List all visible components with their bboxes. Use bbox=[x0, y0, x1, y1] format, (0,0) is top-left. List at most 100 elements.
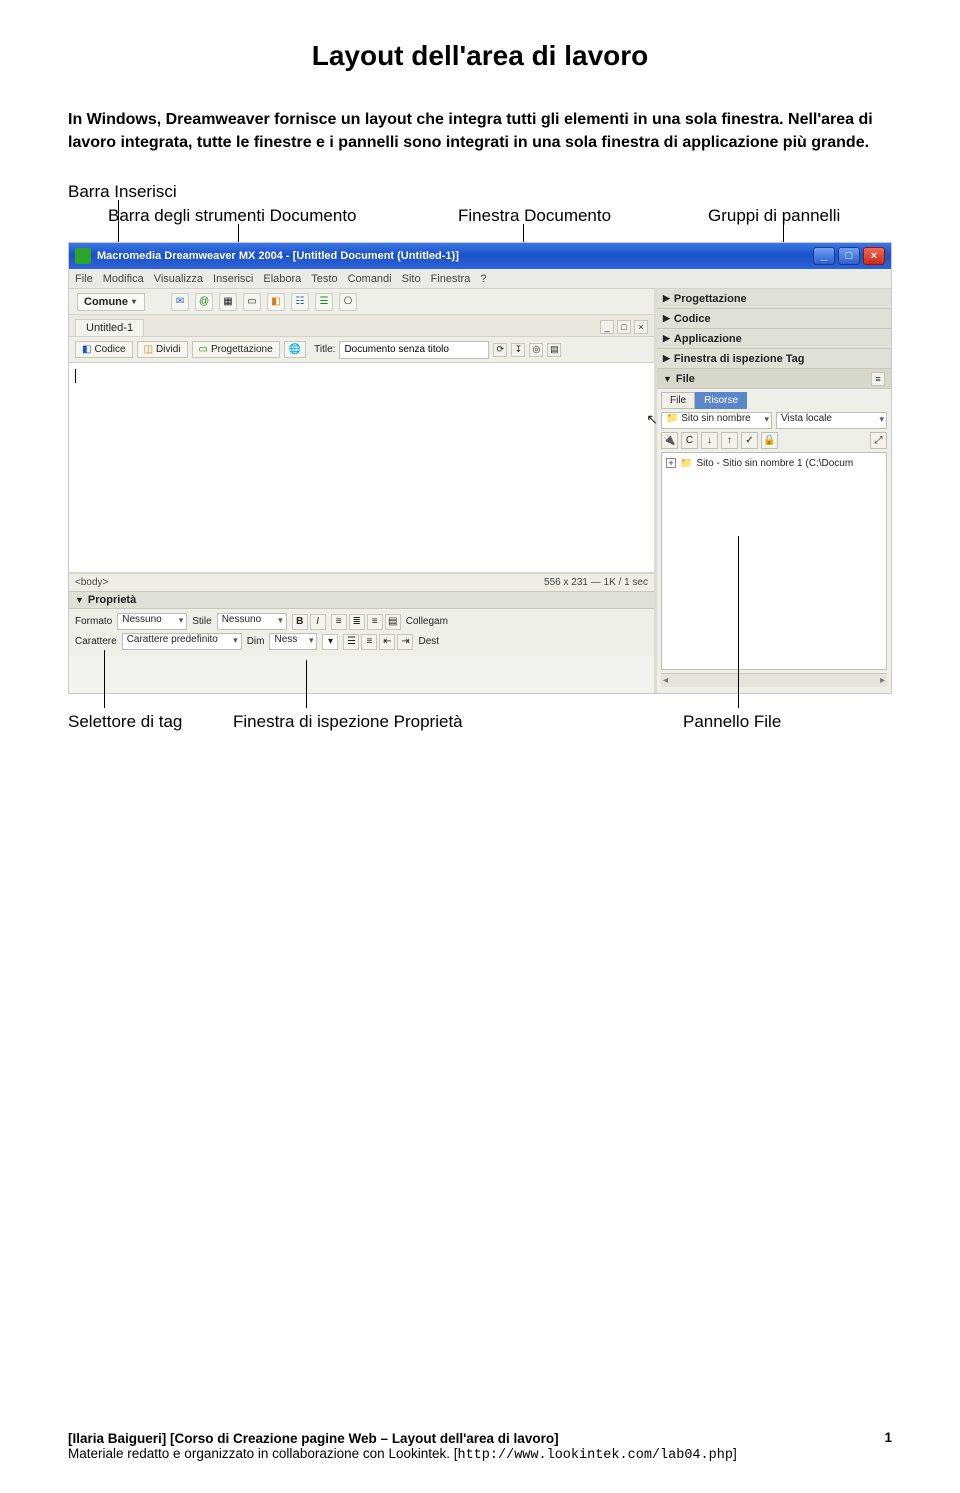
checkin-icon[interactable]: 🔒 bbox=[761, 432, 778, 449]
menu-item[interactable]: Elabora bbox=[263, 273, 301, 285]
doc-restore-icon[interactable]: _ bbox=[600, 320, 614, 334]
browser-preview-icon[interactable]: 🌐 bbox=[284, 341, 306, 358]
file-mgmt-icon[interactable]: ↧ bbox=[511, 343, 525, 357]
tag-selector[interactable]: <body> bbox=[75, 577, 108, 588]
align-justify-icon[interactable]: ▤ bbox=[385, 614, 401, 630]
page-title: Layout dell'area di lavoro bbox=[68, 40, 892, 72]
expand-toggle[interactable]: + bbox=[666, 458, 676, 468]
align-center-icon[interactable]: ≣ bbox=[349, 614, 365, 630]
window-title: Macromedia Dreamweaver MX 2004 - [Untitl… bbox=[97, 250, 459, 262]
tree-root-row[interactable]: + 📁 Sito - Sitio sin nombre 1 (C:\Docum bbox=[666, 455, 882, 471]
refresh-icon[interactable]: ⟳ bbox=[493, 343, 507, 357]
panel-file[interactable]: ▼File≡ bbox=[657, 369, 891, 389]
file-tree[interactable]: + 📁 Sito - Sitio sin nombre 1 (C:\Docum bbox=[661, 452, 887, 670]
italic-icon[interactable]: I bbox=[310, 614, 326, 630]
bold-icon[interactable]: B bbox=[292, 614, 308, 630]
size-label: Dim bbox=[247, 636, 265, 647]
menu-item[interactable]: Finestra bbox=[431, 273, 471, 285]
list-ul-icon[interactable]: ☰ bbox=[343, 634, 359, 650]
menu-item[interactable]: Testo bbox=[311, 273, 337, 285]
checkout-icon[interactable]: ✓ bbox=[741, 432, 758, 449]
refresh-icon[interactable]: C bbox=[681, 432, 698, 449]
status-bar: <body> 556 x 231 — 1K / 1 sec bbox=[69, 573, 654, 591]
panel-progettazione[interactable]: ▶Progettazione bbox=[657, 289, 891, 309]
menu-item[interactable]: Inserisci bbox=[213, 273, 253, 285]
callout-line bbox=[104, 650, 105, 708]
get-icon[interactable]: ↓ bbox=[701, 432, 718, 449]
close-button[interactable]: × bbox=[863, 247, 885, 265]
connect-icon[interactable]: 🔌 bbox=[661, 432, 678, 449]
maximize-button[interactable]: □ bbox=[838, 247, 860, 265]
menu-item[interactable]: Modifica bbox=[103, 273, 144, 285]
style-label: Stile bbox=[192, 616, 211, 627]
doc-max-icon[interactable]: □ bbox=[617, 320, 631, 334]
left-column: Comune▾ ✉ @ ▦ ▭ ◧ ☷ ☰ ⎔ Untitled-1 _ □ × bbox=[69, 289, 657, 693]
panel-codice[interactable]: ▶Codice bbox=[657, 309, 891, 329]
callout-line bbox=[738, 536, 739, 708]
properties-header[interactable]: ▼Proprietà bbox=[69, 591, 654, 609]
doc-close-icon[interactable]: × bbox=[634, 320, 648, 334]
design-canvas[interactable]: ↖ bbox=[69, 363, 654, 573]
options-icon[interactable]: ▤ bbox=[547, 343, 561, 357]
font-combo[interactable]: Carattere predefinito bbox=[122, 633, 242, 650]
indent-icon[interactable]: ⇥ bbox=[397, 634, 413, 650]
footer-url: http://www.lookintek.com/lab04.php bbox=[457, 1448, 732, 1463]
document-tab-row: Untitled-1 _ □ × bbox=[69, 315, 654, 337]
menu-item[interactable]: File bbox=[75, 273, 93, 285]
tag-icon[interactable]: ⎔ bbox=[339, 293, 357, 311]
panel-menu-icon[interactable]: ≡ bbox=[871, 372, 885, 386]
table-icon[interactable]: ▦ bbox=[219, 293, 237, 311]
page-footer: [Ilaria Baigueri] [Corso di Creazione pa… bbox=[68, 1431, 892, 1463]
footer-line-1: [Ilaria Baigueri] [Corso di Creazione pa… bbox=[68, 1431, 892, 1446]
color-swatch[interactable]: ▾ bbox=[322, 634, 338, 650]
file-scrollbar[interactable]: ◂▸ bbox=[661, 673, 887, 687]
panel-group-column: ▶Progettazione ▶Codice ▶Applicazione ▶Fi… bbox=[657, 289, 891, 693]
insert-category-tab[interactable]: Comune▾ bbox=[77, 293, 145, 311]
code-view-button[interactable]: ◧Codice bbox=[75, 341, 133, 358]
text-caret bbox=[75, 369, 76, 383]
list-ol-icon[interactable]: ≡ bbox=[361, 634, 377, 650]
split-view-button[interactable]: ◫Dividi bbox=[137, 341, 188, 358]
style-combo[interactable]: Nessuno bbox=[217, 613, 287, 630]
callout-barra-inserisci: Barra Inserisci bbox=[68, 182, 177, 202]
file-panel-body: File Risorse 📁 Sito sin nombre Vista loc… bbox=[657, 389, 891, 693]
menu-item[interactable]: Comandi bbox=[348, 273, 392, 285]
site-combo[interactable]: 📁 Sito sin nombre bbox=[661, 412, 772, 429]
hyperlink-icon[interactable]: ✉ bbox=[171, 293, 189, 311]
align-left-icon[interactable]: ≡ bbox=[331, 614, 347, 630]
callout-selettore-tag: Selettore di tag bbox=[68, 712, 182, 732]
size-combo[interactable]: Ness bbox=[269, 633, 317, 650]
expand-icon[interactable]: ⤢ bbox=[870, 432, 887, 449]
align-right-icon[interactable]: ≡ bbox=[367, 614, 383, 630]
email-icon[interactable]: @ bbox=[195, 293, 213, 311]
menu-item[interactable]: Visualizza bbox=[154, 273, 203, 285]
panel-ispezione-tag[interactable]: ▶Finestra di ispezione Tag bbox=[657, 349, 891, 369]
callout-line bbox=[306, 660, 307, 708]
date-icon[interactable]: ☷ bbox=[291, 293, 309, 311]
callout-finestra-doc: Finestra Documento bbox=[458, 206, 611, 226]
minimize-button[interactable]: _ bbox=[813, 247, 835, 265]
menu-item[interactable]: Sito bbox=[402, 273, 421, 285]
footer-text: ] bbox=[733, 1446, 737, 1461]
view-combo[interactable]: Vista locale bbox=[776, 412, 887, 429]
outdent-icon[interactable]: ⇤ bbox=[379, 634, 395, 650]
image-icon[interactable]: ▭ bbox=[243, 293, 261, 311]
panel-applicazione[interactable]: ▶Applicazione bbox=[657, 329, 891, 349]
menu-item[interactable]: ? bbox=[480, 273, 486, 285]
insert-bar: Comune▾ ✉ @ ▦ ▭ ◧ ☷ ☰ ⎔ bbox=[69, 289, 654, 315]
footer-text: Materiale redatto e organizzato in colla… bbox=[68, 1446, 457, 1461]
file-toolbar: 🔌 C ↓ ↑ ✓ 🔒 ⤢ bbox=[661, 432, 887, 449]
document-tab[interactable]: Untitled-1 bbox=[75, 319, 144, 336]
insert-category-label: Comune bbox=[84, 296, 128, 308]
media-icon[interactable]: ◧ bbox=[267, 293, 285, 311]
format-combo[interactable]: Nessuno bbox=[117, 613, 187, 630]
comment-icon[interactable]: ☰ bbox=[315, 293, 333, 311]
title-input[interactable] bbox=[339, 341, 489, 359]
design-view-button[interactable]: ▭Progettazione bbox=[192, 341, 280, 358]
file-tab[interactable]: File bbox=[661, 392, 695, 409]
resources-tab[interactable]: Risorse bbox=[695, 392, 747, 409]
titlebar[interactable]: Macromedia Dreamweaver MX 2004 - [Untitl… bbox=[69, 243, 891, 269]
put-icon[interactable]: ↑ bbox=[721, 432, 738, 449]
dreamweaver-window: Macromedia Dreamweaver MX 2004 - [Untitl… bbox=[68, 242, 892, 694]
globe-icon[interactable]: ◎ bbox=[529, 343, 543, 357]
